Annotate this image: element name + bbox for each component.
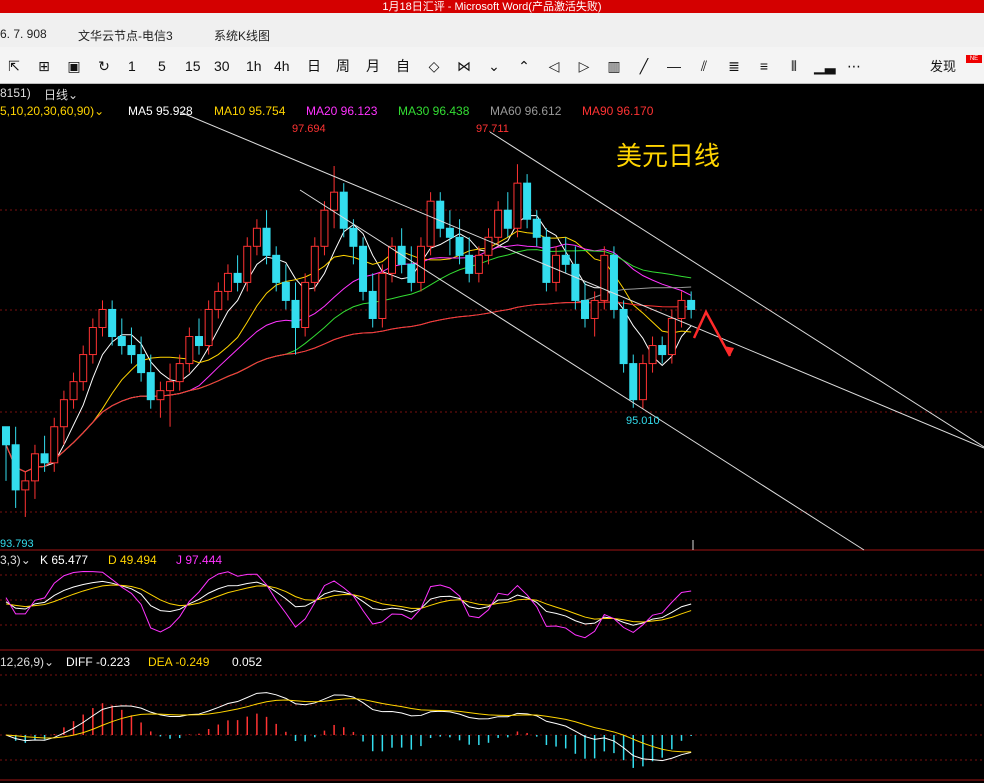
candle-body [127,345,136,356]
candle-body [629,363,638,401]
price-chart[interactable]: 97.694 97.711 95.010 93.793 [0,0,984,783]
ma20-line [5,243,692,473]
candle-body [223,272,232,292]
candle-body [281,281,290,301]
candle-body [590,299,599,319]
candle-body [677,299,686,319]
candle-body [349,227,358,247]
kdj-j-line [5,570,692,639]
candle-body [243,245,252,283]
kdj-k-line [5,580,692,626]
candle-body [571,263,580,301]
candle-body [252,227,261,247]
candle-body [214,290,223,310]
candle-body [50,426,59,464]
candle-body [117,336,126,347]
low-label: 95.010 [626,415,660,427]
candle-body [233,272,242,283]
ma5-line [5,215,692,473]
left-low-label: 93.793 [0,538,34,550]
candle-body [436,200,445,229]
candle-body [609,254,618,310]
candle-body [21,480,30,491]
candle-body [30,453,39,482]
candle-body [648,345,657,365]
candle-body [532,218,541,238]
candle-body [175,363,184,383]
candle-body [262,227,271,256]
candle-body [59,399,68,428]
candle-body [301,281,310,328]
candle-body [330,191,339,211]
candle-body [542,236,551,283]
candle-body [156,390,165,401]
candle-body [79,354,88,383]
candle-body [426,200,435,247]
candle-body [455,236,464,256]
candle-body [137,354,146,374]
candle-body [667,317,676,356]
candle-body [11,444,20,491]
macd-dea-line [5,698,692,753]
candle-body [600,254,609,301]
candle-body [166,381,175,392]
candle-body [69,381,78,401]
candle-body [185,336,194,365]
trend-line-upper-2 [489,131,984,448]
macd-diff-line [5,692,692,762]
candle-body [108,308,117,338]
candle-body [2,426,10,446]
candle-body [445,227,454,238]
candle-body [658,345,667,356]
candle-body [619,308,628,365]
trend-line-upper [179,111,984,449]
candle-body [40,453,49,464]
candle-body [291,299,300,329]
high2-label: 97.711 [476,123,509,135]
candle-body [272,254,281,283]
candle-body [523,182,532,220]
high1-label: 97.694 [292,123,326,135]
ma10-line [5,230,692,473]
candle-body [503,209,512,229]
candle-body [561,254,570,265]
candle-body [416,245,425,283]
candle-body [88,327,97,356]
candle-body [378,272,387,319]
candle-body [407,263,416,283]
trend-line-lower [299,189,865,551]
candle-body [581,299,589,319]
candle-body [465,254,474,274]
candle-body [513,182,522,229]
candle-body [638,363,647,401]
candle-body [320,209,329,247]
candle-body [474,254,483,274]
candle-body [359,245,368,292]
candle-body [339,191,348,229]
candle-body [98,308,107,328]
candle-body [494,209,503,238]
candle-body [146,372,155,401]
candle-body [687,299,696,310]
candle-body [368,290,377,319]
kdj-d-line [5,584,692,623]
candle-body [204,308,213,347]
candle-body [195,336,203,347]
candle-body [310,245,319,283]
